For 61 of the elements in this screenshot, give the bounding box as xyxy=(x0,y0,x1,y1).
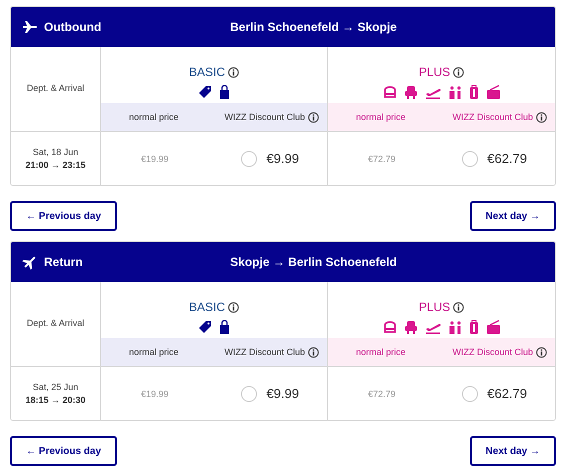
flight-times: 18:15 → 20:30 xyxy=(25,395,86,405)
suitcase-icon xyxy=(468,85,478,99)
previous-day-button[interactable]: ← Previous day xyxy=(10,201,118,231)
fare-radio[interactable] xyxy=(462,150,478,166)
seat-icon xyxy=(382,86,396,98)
direction-title: Return xyxy=(44,255,83,269)
fare-name: BASIC xyxy=(188,300,225,314)
armchair-icon xyxy=(404,320,418,334)
bag-icon xyxy=(486,320,500,334)
next-day-button[interactable]: Next day → xyxy=(470,436,556,466)
normal-price: €72.79 xyxy=(368,154,396,164)
plane-icon xyxy=(22,20,38,34)
info-icon[interactable] xyxy=(536,112,547,122)
route-title: Skopje → Berlin Schoenefeld xyxy=(229,255,398,269)
info-icon[interactable] xyxy=(228,302,239,312)
info-icon[interactable] xyxy=(308,346,319,358)
fare-name: BASIC xyxy=(188,65,225,79)
info-icon[interactable] xyxy=(308,112,319,122)
info-icon[interactable] xyxy=(453,302,464,312)
club-price: €62.79 xyxy=(487,151,527,166)
flight-date: Sat, 18 Jun xyxy=(32,147,78,157)
suitcase-icon xyxy=(468,320,478,334)
people-icon xyxy=(448,320,462,334)
club-price: €62.79 xyxy=(487,386,527,401)
normal-price: €72.79 xyxy=(368,388,396,398)
normal-price-label: normal price xyxy=(129,347,179,357)
previous-day-button[interactable]: ← Previous day xyxy=(10,436,118,466)
column-label: Dept. & Arrival xyxy=(26,318,84,328)
people-icon xyxy=(448,86,462,98)
normal-price: €19.99 xyxy=(141,388,169,398)
discount-club-label: WIZZ Discount Club xyxy=(224,112,305,122)
discount-club-label: WIZZ Discount Club xyxy=(452,112,533,122)
info-icon[interactable] xyxy=(536,346,547,358)
bag-icon xyxy=(219,320,230,334)
seat-icon xyxy=(382,320,396,334)
bag-icon xyxy=(219,85,230,99)
column-label: Dept. & Arrival xyxy=(26,83,84,93)
club-price: €9.99 xyxy=(266,151,299,166)
normal-price-label: normal price xyxy=(356,347,406,357)
armchair-icon xyxy=(404,86,418,98)
direction-title: Outbound xyxy=(44,20,102,34)
tag-icon xyxy=(198,85,212,99)
fare-radio[interactable] xyxy=(462,386,478,402)
discount-club-label: WIZZ Discount Club xyxy=(224,347,305,357)
flight-times: 21:00 → 23:15 xyxy=(25,160,86,170)
normal-price-label: normal price xyxy=(129,112,179,122)
info-icon[interactable] xyxy=(453,66,464,78)
fare-radio[interactable] xyxy=(241,386,258,402)
tag-icon xyxy=(198,320,212,334)
normal-price-label: normal price xyxy=(356,112,406,122)
next-day-button[interactable]: Next day → xyxy=(470,201,556,231)
flight-date: Sat, 25 Jun xyxy=(32,382,78,392)
club-price: €9.99 xyxy=(266,386,299,401)
bag-icon xyxy=(486,85,500,99)
fare-name: PLUS xyxy=(418,65,450,79)
route-title: Berlin Schoenefeld → Skopje xyxy=(229,20,398,34)
info-icon[interactable] xyxy=(228,66,239,78)
discount-club-label: WIZZ Discount Club xyxy=(452,347,533,357)
normal-price: €19.99 xyxy=(141,154,169,164)
fare-radio[interactable] xyxy=(241,150,258,166)
fare-name: PLUS xyxy=(418,300,450,314)
